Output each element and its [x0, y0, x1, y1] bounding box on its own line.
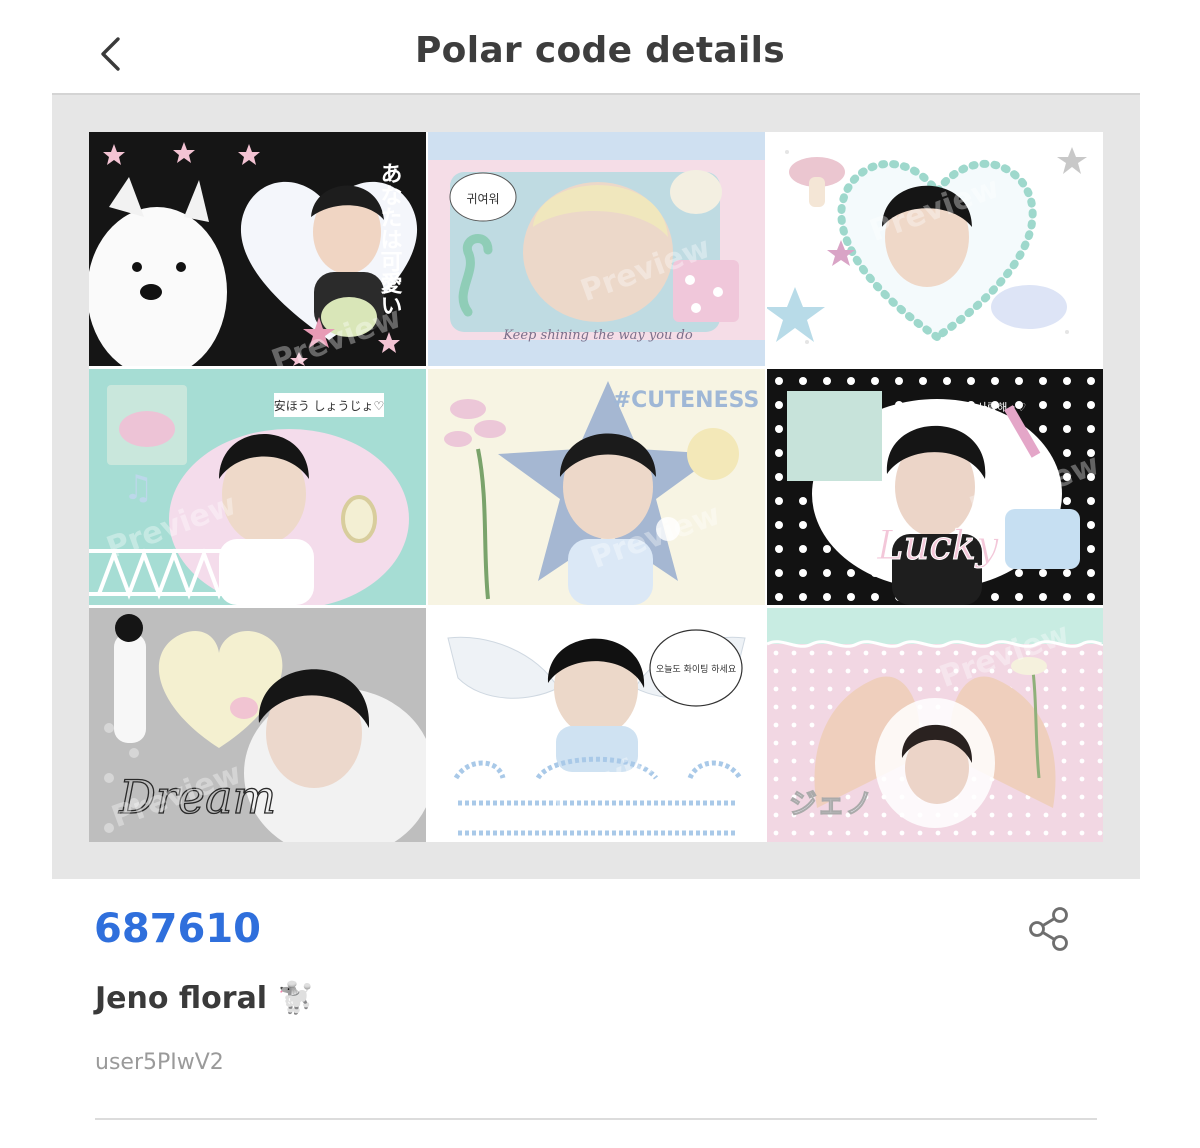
author-username[interactable]: user5PIwV2	[95, 1050, 224, 1075]
photo-tile-jeno-hands: ジェノ Preview	[767, 608, 1103, 842]
share-button[interactable]	[1024, 904, 1074, 954]
top-bar: Polar code details	[0, 0, 1200, 96]
polar-code-number: 687610	[94, 906, 261, 952]
tile-caption: Keep shining the way you do	[502, 328, 693, 343]
speech-bubble-text: 安ほう しょうじょ♡	[274, 398, 385, 413]
photo-tile-angel-wings: 오늘도 화이팅 하세요 Preview	[428, 608, 765, 842]
photo-tile-pearl-heart: Preview	[767, 132, 1103, 366]
preview-panel: あなたは可愛い Preview 귀여워 Keep shining the way…	[52, 93, 1140, 879]
page-title: Polar code details	[414, 30, 786, 71]
photo-tile-dream-heart: Dream Preview	[89, 608, 426, 842]
photo-tile-lucky-dots: Lucky 사랑해 ･♡ Preview	[767, 369, 1103, 605]
tile-caption: Dream	[118, 770, 276, 824]
tile-caption: ジェノ	[789, 787, 873, 820]
speech-bubble-text: 귀여워	[466, 192, 499, 206]
tile-caption: #CUTENESS	[613, 388, 760, 413]
photo-tile-seahorse-shell: 귀여워 Keep shining the way you do Preview	[428, 132, 765, 366]
photo-tile-lotus-mirror: 安ほう しょうじょ♡ ♫ Preview	[89, 369, 426, 605]
photo-tile-lily-star: #CUTENESS Preview	[428, 369, 765, 605]
svg-text:あなたは可愛い: あなたは可愛い	[377, 162, 403, 316]
svg-text:♫: ♫	[123, 468, 153, 508]
speech-bubble-text: 사랑해 ･♡	[977, 400, 1026, 414]
design-name-text: Jeno floral	[95, 981, 268, 1016]
poodle-emoji: 🐩	[277, 981, 315, 1016]
bottom-divider	[95, 1118, 1097, 1120]
design-title: Jeno floral 🐩	[95, 981, 314, 1016]
photo-tile-samoyed-heart: あなたは可愛い Preview	[89, 132, 426, 366]
polar-code-image-grid[interactable]: あなたは可愛い Preview 귀여워 Keep shining the way…	[89, 132, 1103, 842]
speech-bubble-text: 오늘도 화이팅 하세요	[656, 664, 736, 675]
share-icon	[1029, 907, 1068, 951]
tile-caption: Lucky	[876, 523, 1000, 569]
